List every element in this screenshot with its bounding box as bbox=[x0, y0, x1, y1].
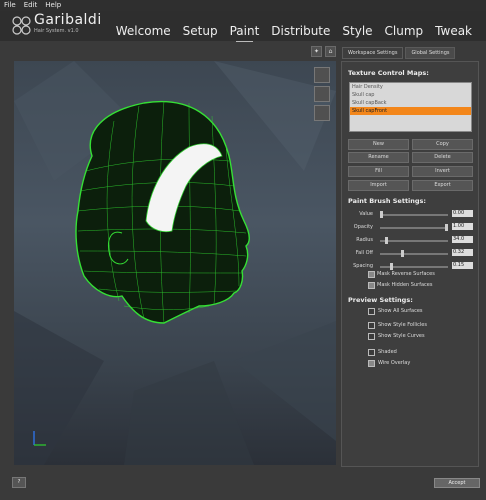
pin-icon[interactable]: ✦ bbox=[311, 46, 322, 57]
delete-button[interactable]: Delete bbox=[412, 152, 473, 163]
preview-title: Preview Settings: bbox=[348, 296, 413, 304]
menu-file[interactable]: File bbox=[4, 0, 16, 11]
slider-value-field[interactable]: 1.00 bbox=[452, 223, 473, 230]
show-all-surfaces-label: Show All Surfaces bbox=[378, 308, 423, 314]
slider-handle[interactable] bbox=[389, 263, 393, 270]
invert-button[interactable]: Invert bbox=[412, 166, 473, 177]
slider-value-field[interactable]: 0.15 bbox=[452, 262, 473, 269]
slider-row: Fall Off 0.32 bbox=[342, 249, 478, 259]
nav-paint[interactable]: Paint bbox=[224, 24, 266, 42]
slider-value-field[interactable]: 0.00 bbox=[452, 210, 473, 217]
slider-track[interactable] bbox=[380, 211, 448, 218]
pan-icon[interactable] bbox=[314, 86, 330, 102]
logo-icon bbox=[12, 16, 31, 35]
viewport-toolbar bbox=[314, 67, 332, 124]
export-button[interactable]: Export bbox=[412, 180, 473, 191]
mask-hidden-checkbox[interactable] bbox=[368, 282, 375, 289]
slider-label: Spacing bbox=[353, 263, 373, 269]
list-item[interactable]: Skull capBack bbox=[350, 99, 471, 107]
zoom-icon[interactable] bbox=[314, 105, 330, 121]
logo-subtitle: Hair System. v1.0 bbox=[34, 28, 79, 34]
mask-hidden-label: Mask Hidden Surfaces bbox=[377, 282, 433, 288]
slider-value-field[interactable]: 34.0 bbox=[452, 236, 473, 243]
show-style-curves-checkbox[interactable] bbox=[368, 333, 375, 340]
3d-viewport[interactable] bbox=[14, 61, 336, 465]
list-item[interactable]: Hair Density bbox=[350, 83, 471, 91]
nav-setup[interactable]: Setup bbox=[177, 24, 224, 38]
nav-distribute[interactable]: Distribute bbox=[265, 24, 336, 38]
slider-track[interactable] bbox=[380, 263, 448, 270]
menu-bar: File Edit Help bbox=[0, 0, 486, 11]
nav-clump[interactable]: Clump bbox=[379, 24, 430, 38]
slider-handle[interactable] bbox=[385, 237, 389, 244]
menu-help[interactable]: Help bbox=[45, 0, 61, 11]
slider-row: Opacity 1.00 bbox=[342, 223, 478, 233]
slider-row: Radius 34.0 bbox=[342, 236, 478, 246]
slider-label: Opacity bbox=[353, 224, 373, 230]
list-item-selected[interactable]: Skull capFront bbox=[350, 107, 471, 115]
mask-reverse-label: Mask Reverse Surfaces bbox=[377, 271, 435, 277]
rotate-icon[interactable] bbox=[314, 67, 330, 83]
settings-tabs: Workspace Settings Global Settings bbox=[342, 47, 456, 59]
viewport-canvas bbox=[14, 61, 336, 465]
shaded-checkbox[interactable] bbox=[368, 349, 375, 356]
slider-value-field[interactable]: 0.32 bbox=[452, 249, 473, 256]
tab-global-settings[interactable]: Global Settings bbox=[405, 47, 456, 59]
import-button[interactable]: Import bbox=[348, 180, 409, 191]
slider-track[interactable] bbox=[380, 237, 448, 244]
main-nav: Welcome Setup Paint Distribute Style Clu… bbox=[110, 24, 478, 42]
workspace-panel: Texture Control Maps: Hair Density Skull… bbox=[341, 61, 479, 467]
new-button[interactable]: New bbox=[348, 139, 409, 150]
home-icon[interactable]: ⌂ bbox=[325, 46, 336, 57]
nav-style[interactable]: Style bbox=[336, 24, 378, 38]
head-wireframe bbox=[75, 100, 251, 324]
texture-map-list[interactable]: Hair Density Skull cap Skull capBack Sku… bbox=[349, 82, 472, 132]
paint-brush-title: Paint Brush Settings: bbox=[348, 197, 427, 205]
tab-workspace-settings[interactable]: Workspace Settings bbox=[342, 47, 404, 59]
nav-tweak[interactable]: Tweak bbox=[429, 24, 478, 38]
slider-track[interactable] bbox=[380, 250, 448, 257]
copy-button[interactable]: Copy bbox=[412, 139, 473, 150]
accept-button[interactable]: Accept bbox=[434, 478, 480, 488]
slider-label: Radius bbox=[356, 237, 373, 243]
slider-label: Value bbox=[359, 211, 373, 217]
wire-overlay-checkbox[interactable] bbox=[368, 360, 375, 367]
logo-name: Garibaldi bbox=[34, 12, 102, 28]
texture-maps-title: Texture Control Maps: bbox=[348, 69, 429, 77]
slider-row: Value 0.00 bbox=[342, 210, 478, 220]
slider-track[interactable] bbox=[380, 224, 448, 231]
show-style-follicles-label: Show Style Follicles bbox=[378, 322, 427, 328]
show-style-follicles-checkbox[interactable] bbox=[368, 322, 375, 329]
list-item[interactable]: Skull cap bbox=[350, 91, 471, 99]
wire-overlay-label: Wire Overlay bbox=[378, 360, 411, 366]
nav-welcome[interactable]: Welcome bbox=[110, 24, 177, 38]
slider-handle[interactable] bbox=[445, 224, 448, 231]
slider-handle[interactable] bbox=[380, 211, 383, 218]
slider-label: Fall Off bbox=[355, 250, 373, 256]
help-button[interactable]: ? bbox=[12, 477, 26, 488]
slider-handle[interactable] bbox=[400, 250, 404, 257]
menu-edit[interactable]: Edit bbox=[24, 0, 38, 11]
rename-button[interactable]: Rename bbox=[348, 152, 409, 163]
fill-button[interactable]: Fill bbox=[348, 166, 409, 177]
mask-reverse-checkbox[interactable] bbox=[368, 271, 375, 278]
show-style-curves-label: Show Style Curves bbox=[378, 333, 425, 339]
shaded-label: Shaded bbox=[378, 349, 397, 355]
show-all-surfaces-checkbox[interactable] bbox=[368, 308, 375, 315]
